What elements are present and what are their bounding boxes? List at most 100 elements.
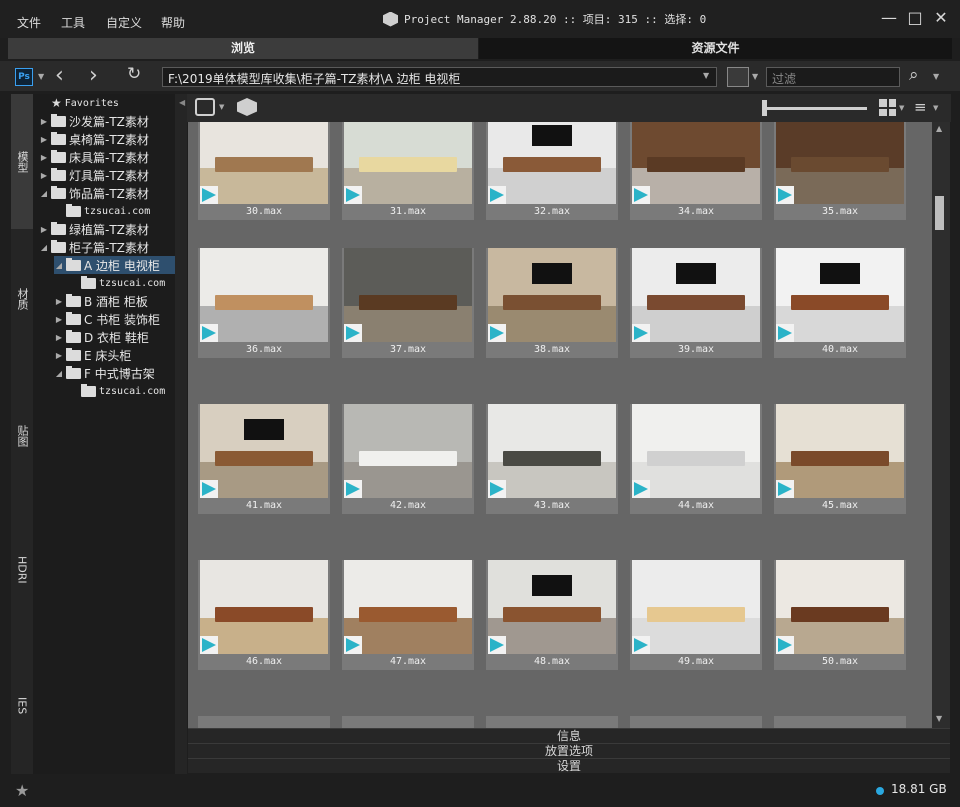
panel-splitter[interactable]: ◀ (175, 94, 187, 774)
forward-arrow-icon[interactable]: › (89, 63, 98, 88)
model-thumbnail-card[interactable]: 47.max (342, 560, 474, 670)
slider-handle[interactable] (762, 100, 767, 116)
cube-icon[interactable] (237, 98, 257, 116)
expand-right-icon[interactable]: ▶ (39, 153, 49, 162)
search-dropdown-icon[interactable]: ▼ (933, 72, 939, 81)
swap-dropdown-icon[interactable]: ▼ (219, 103, 224, 111)
panel-info[interactable]: 信息 (188, 728, 950, 743)
filter-input[interactable]: 过滤 (766, 67, 900, 87)
view-dropdown-icon[interactable]: ▼ (752, 72, 758, 81)
scroll-down-icon[interactable]: ▼ (936, 714, 942, 723)
maximize-button[interactable]: □ (905, 8, 925, 28)
model-thumbnail-card[interactable]: 34.max (630, 122, 762, 220)
model-thumbnail-card-partial[interactable] (342, 716, 474, 728)
model-thumbnail-card[interactable]: 37.max (342, 248, 474, 358)
model-thumbnail-card[interactable]: 46.max (198, 560, 330, 670)
expand-right-icon[interactable]: ▶ (54, 297, 64, 306)
expand-right-icon[interactable]: ▶ (39, 135, 49, 144)
expand-down-icon[interactable]: ◢ (54, 369, 64, 378)
panel-placement-options[interactable]: 放置选项 (188, 743, 950, 758)
tree-item[interactable]: ▶ 桌椅篇-TZ素材 (39, 130, 175, 148)
scroll-up-icon[interactable]: ▲ (936, 124, 942, 133)
grid-view-dropdown-icon[interactable]: ▼ (899, 104, 904, 112)
tree-item[interactable]: tzsucai.com (69, 382, 175, 400)
expand-down-icon[interactable]: ◢ (39, 243, 49, 252)
path-dropdown-icon[interactable]: ▼ (703, 71, 709, 80)
model-thumbnail-card[interactable]: 36.max (198, 248, 330, 358)
menu-customize[interactable]: 自定义 (106, 14, 142, 31)
model-thumbnail-card[interactable]: 48.max (486, 560, 618, 670)
model-thumbnail-card[interactable]: 43.max (486, 404, 618, 514)
expand-right-icon[interactable]: ▶ (39, 171, 49, 180)
tree-item[interactable]: tzsucai.com (54, 202, 175, 220)
expand-down-icon[interactable]: ◢ (54, 261, 64, 270)
tree-item-favorites[interactable]: ★ Favorites (39, 94, 175, 112)
side-tab-materials[interactable]: 材质 (11, 231, 33, 366)
expand-down-icon[interactable]: ◢ (39, 189, 49, 198)
tree-item[interactable]: ▶ 床具篇-TZ素材 (39, 148, 175, 166)
expand-right-icon[interactable]: ▶ (54, 333, 64, 342)
tree-item[interactable]: ▶ 灯具篇-TZ素材 (39, 166, 175, 184)
tree-item[interactable]: tzsucai.com (69, 274, 175, 292)
model-thumbnail-card[interactable]: 50.max (774, 560, 906, 670)
side-tab-hdri[interactable]: HDRI (11, 505, 33, 635)
side-tab-ies[interactable]: IES (11, 637, 33, 774)
path-input[interactable]: F:\2019单体模型库收集\柜子篇-TZ素材\A 边柜 电视柜 (162, 67, 717, 87)
tab-resource-files[interactable]: 资源文件 (479, 38, 952, 59)
tree-item[interactable]: ▶ 绿植篇-TZ素材 (39, 220, 175, 238)
model-thumbnail-card[interactable]: 49.max (630, 560, 762, 670)
model-thumbnail-card[interactable]: 41.max (198, 404, 330, 514)
model-thumbnail-card[interactable]: 39.max (630, 248, 762, 358)
model-thumbnail-card[interactable]: 30.max (198, 122, 330, 220)
tree-item[interactable]: ◢ F 中式博古架 (54, 364, 175, 382)
model-thumbnail-card-partial[interactable] (774, 716, 906, 728)
menu-help[interactable]: 帮助 (161, 14, 185, 31)
swap-icon[interactable] (195, 98, 215, 116)
model-thumbnail-card-partial[interactable] (630, 716, 762, 728)
vertical-scrollbar[interactable]: ▲ ▼ (932, 122, 950, 728)
refresh-icon[interactable]: ↻ (127, 64, 141, 84)
expand-right-icon[interactable]: ▶ (54, 315, 64, 324)
collapse-arrow-icon[interactable]: ◀ (179, 98, 185, 107)
tree-item[interactable]: ◢ 柜子篇-TZ素材 (39, 238, 175, 256)
model-thumbnail-card[interactable]: 32.max (486, 122, 618, 220)
model-thumbnail-card-partial[interactable] (486, 716, 618, 728)
tree-item[interactable]: ▶ D 衣柜 鞋柜 (54, 328, 175, 346)
tree-item[interactable]: ◢ A 边柜 电视柜 (54, 256, 175, 274)
back-arrow-icon[interactable]: ‹ (55, 63, 64, 88)
model-thumbnail-card[interactable]: 40.max (774, 248, 906, 358)
model-thumbnail-card[interactable]: 45.max (774, 404, 906, 514)
side-tab-textures[interactable]: 贴图 (11, 368, 33, 503)
tree-item[interactable]: ▶ B 酒柜 柜板 (54, 292, 175, 310)
model-thumbnail-card[interactable]: 31.max (342, 122, 474, 220)
side-tab-models[interactable]: 模型 (11, 94, 33, 229)
photoshop-icon[interactable]: Ps (15, 68, 33, 86)
expand-right-icon[interactable]: ▶ (54, 351, 64, 360)
model-thumbnail-card-partial[interactable] (198, 716, 330, 728)
favorite-star-icon[interactable]: ★ (15, 781, 29, 800)
search-icon[interactable]: ⌕ (909, 65, 919, 85)
grid-view-icon[interactable] (879, 99, 896, 116)
tree-item[interactable]: ▶ C 书柜 装饰柜 (54, 310, 175, 328)
model-thumbnail-card[interactable]: 38.max (486, 248, 618, 358)
menu-tools[interactable]: 工具 (61, 14, 85, 31)
close-button[interactable]: ✕ (931, 8, 951, 28)
tree-item[interactable]: ▶ E 床头柜 (54, 346, 175, 364)
thumbnail-size-slider[interactable] (765, 107, 867, 110)
expand-right-icon[interactable]: ▶ (39, 117, 49, 126)
image-view-icon[interactable] (727, 67, 749, 87)
sort-icon[interactable]: ≡ (914, 98, 927, 116)
model-thumbnail-card[interactable]: 42.max (342, 404, 474, 514)
scrollbar-thumb[interactable] (935, 196, 944, 230)
model-thumbnail-card[interactable]: 44.max (630, 404, 762, 514)
expand-right-icon[interactable]: ▶ (39, 225, 49, 234)
tree-item[interactable]: ◢ 饰品篇-TZ素材 (39, 184, 175, 202)
menu-file[interactable]: 文件 (17, 14, 41, 31)
tree-item[interactable]: ▶ 沙发篇-TZ素材 (39, 112, 175, 130)
model-thumbnail-card[interactable]: 35.max (774, 122, 906, 220)
sort-dropdown-icon[interactable]: ▼ (933, 104, 938, 112)
panel-settings[interactable]: 设置 (188, 758, 950, 773)
chevron-down-icon[interactable]: ▼ (38, 72, 44, 81)
minimize-button[interactable]: — (879, 8, 899, 28)
tab-browse[interactable]: 浏览 (8, 38, 478, 59)
